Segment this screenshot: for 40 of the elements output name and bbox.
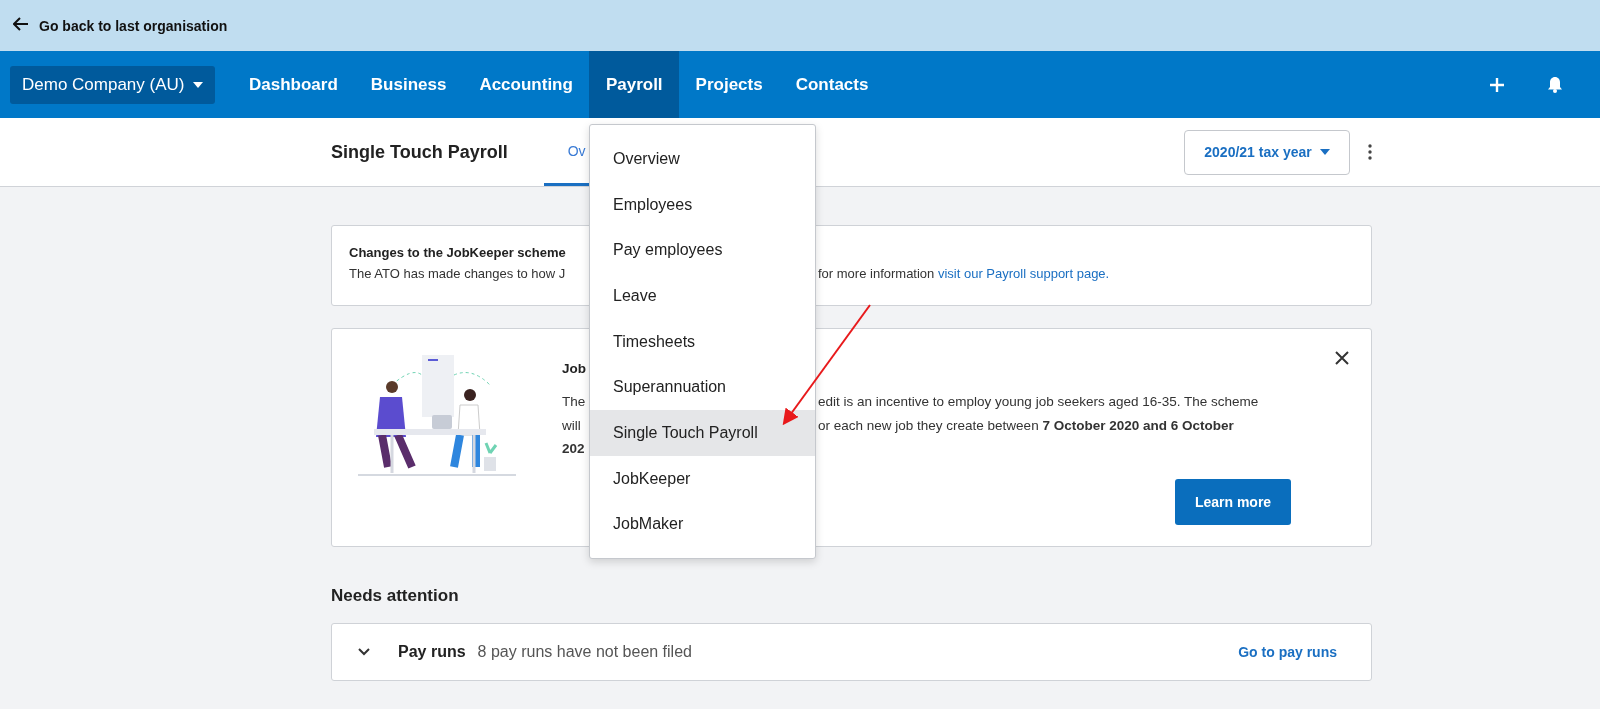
page-title: Single Touch Payroll xyxy=(331,141,508,163)
nav-tab[interactable]: Contacts xyxy=(779,51,885,118)
promo-text: edit is an incentive to employ young job seekers aged 16-35. The scheme xyxy=(818,394,1260,409)
more-options-icon[interactable] xyxy=(1368,144,1372,160)
row-detail: 8 pay runs have not been filed xyxy=(477,643,692,661)
promo-text: 202 xyxy=(562,441,586,456)
notice-text: The ATO has made changes to how J xyxy=(349,266,567,281)
caret-icon xyxy=(1319,149,1330,155)
menu-item[interactable]: Leave xyxy=(590,273,815,319)
back-link[interactable]: Go back to last organisation xyxy=(13,17,228,34)
promo-text: will xyxy=(562,417,582,433)
menu-item[interactable]: Timesheets xyxy=(590,318,815,365)
menu-item[interactable]: JobMaker xyxy=(590,501,815,548)
add-icon[interactable] xyxy=(1489,76,1505,93)
promo-text: or each new job they create between 7 October 2020 and 6 October xyxy=(818,417,1235,433)
chevron-icon[interactable] xyxy=(358,648,370,656)
nav-tab[interactable]: Projects xyxy=(679,51,780,118)
menu-item[interactable]: Single Touch Payroll xyxy=(590,410,815,456)
row-title: Pay runs xyxy=(398,643,466,661)
menu-item[interactable]: Superannuation xyxy=(590,364,815,411)
organisation-switcher[interactable]: Demo Company (AU) xyxy=(10,65,215,104)
section-heading: Needs attention xyxy=(331,586,460,606)
promo-title: Job xyxy=(562,361,587,376)
menu-item[interactable]: Pay employees xyxy=(590,227,815,274)
notice-text: for more information xyxy=(818,266,935,281)
nav-tab[interactable]: Accounting xyxy=(462,51,590,118)
learn-more-button[interactable]: Learn more xyxy=(1175,478,1291,525)
go-to-pay-runs-link[interactable]: Go to pay runs xyxy=(1238,644,1337,660)
nav-tab[interactable]: Payroll xyxy=(589,51,680,118)
support-link[interactable]: visit our Payroll support page. xyxy=(937,266,1110,281)
caret-icon xyxy=(192,81,203,88)
close-icon[interactable] xyxy=(1335,351,1349,365)
promo-text: The xyxy=(562,394,587,409)
notice-title: Changes to the JobKeeper scheme xyxy=(349,245,567,260)
arrow-left-icon xyxy=(13,17,29,31)
menu-item[interactable]: JobKeeper xyxy=(590,455,815,502)
tax-year-dropdown[interactable]: 2020/21 tax year xyxy=(1184,129,1350,175)
bell-icon[interactable] xyxy=(1547,76,1563,93)
nav-tab[interactable]: Dashboard xyxy=(232,51,355,118)
nav-tab[interactable]: Business xyxy=(354,51,463,118)
